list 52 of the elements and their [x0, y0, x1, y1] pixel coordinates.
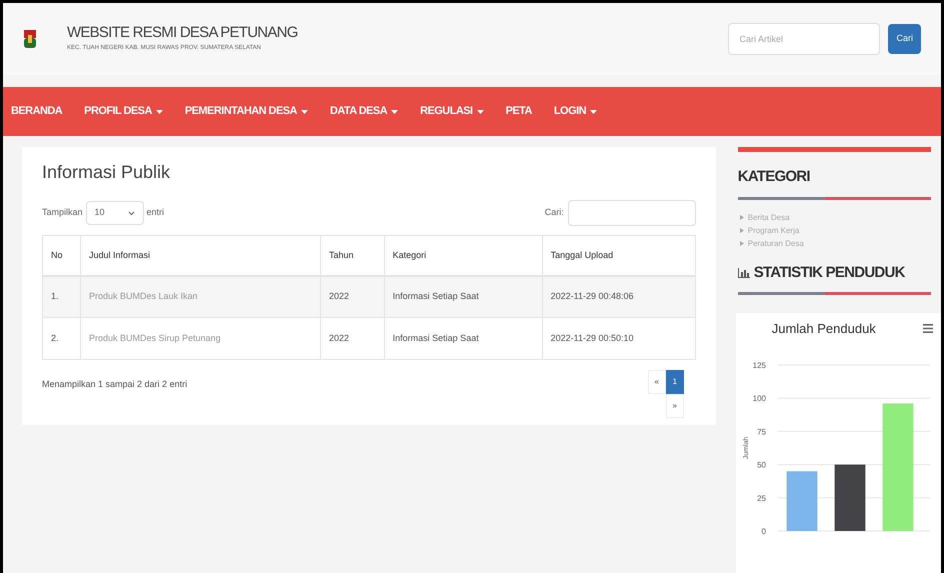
site-title: WEBSITE RESMI DESA PETUNANG: [67, 25, 298, 40]
nav-link[interactable]: PROFIL DESA: [84, 103, 163, 120]
table-cell: 2.: [42, 318, 80, 360]
search-field[interactable]: Cari Artikel: [728, 23, 880, 55]
table-search-field[interactable]: [568, 200, 696, 226]
length-label: entri: [146, 206, 164, 220]
caret-icon: [156, 110, 163, 114]
nav-link[interactable]: REGULASI: [420, 103, 484, 120]
axis-tick-label: 50: [756, 460, 766, 470]
caret-icon: [590, 110, 597, 114]
pagination-button[interactable]: 1: [666, 370, 684, 394]
chevron-right-icon: [740, 215, 744, 220]
category-link[interactable]: Berita Desa: [740, 212, 941, 224]
chart-bar: [834, 464, 866, 530]
nav-link[interactable]: DATA DESA: [330, 103, 398, 120]
axis-tick-label: 0: [761, 526, 766, 536]
axis-tick-label: 125: [752, 360, 766, 370]
table-cell: 2022-11-29 00:50:10: [542, 318, 696, 360]
nav-link[interactable]: PEMERINTAHAN DESA: [184, 103, 308, 120]
chevron-right-icon: [740, 241, 744, 246]
search-button[interactable]: Cari: [888, 24, 921, 54]
table-info: Menampilkan 1 sampai 2 dari 2 entri: [42, 378, 188, 391]
length-label: Tampilkan: [42, 206, 83, 220]
pagination-button[interactable]: «: [648, 370, 666, 394]
table-cell: Informasi Setiap Saat: [384, 318, 542, 360]
table-link[interactable]: Produk BUMDes Sirup Petunang: [80, 318, 320, 360]
sidebar-heading: KATEGORI: [738, 167, 811, 187]
chart-title: Jumlah Penduduk: [772, 320, 876, 338]
chevron-right-icon: [740, 228, 744, 233]
nav-link[interactable]: LOGIN: [554, 103, 597, 120]
sidebar-heading: STATISTIK PENDUDUK: [754, 262, 905, 282]
length-select[interactable]: 10: [86, 201, 144, 225]
table-cell: 2022: [320, 318, 384, 360]
chevron-down-icon: [128, 210, 135, 216]
axis-tick-label: 25: [756, 493, 766, 502]
caret-icon: [476, 110, 484, 114]
axis-tick-label: 75: [756, 426, 766, 436]
chart-bar: [786, 470, 818, 530]
column-header[interactable]: No: [42, 236, 80, 276]
category-link[interactable]: Peraturan Desa: [740, 238, 941, 250]
axis-tick-label: 100: [752, 394, 766, 403]
page-heading: Informasi Publik: [42, 161, 172, 184]
nav-link[interactable]: BERANDA: [11, 103, 62, 120]
caret-icon: [300, 110, 308, 114]
search-label: Cari:: [544, 206, 564, 220]
pagination-button[interactable]: »: [666, 394, 684, 418]
menu-icon[interactable]: [923, 324, 933, 334]
caret-icon: [391, 110, 398, 114]
category-link[interactable]: Program Kerja: [740, 224, 941, 236]
nav-link[interactable]: PETA: [506, 103, 532, 120]
bar-chart-icon: [738, 268, 750, 278]
emblem-logo: [23, 29, 37, 49]
